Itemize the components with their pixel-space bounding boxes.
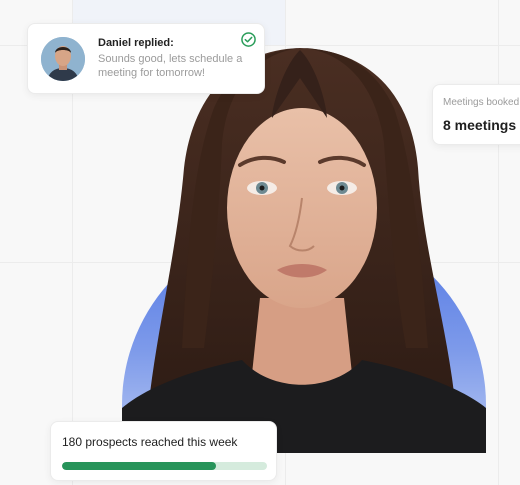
avatar [41,37,85,81]
progress-fill [62,462,216,470]
meetings-label: Meetings booked [443,97,520,108]
progress-track [62,462,267,470]
check-circle-icon [241,32,256,47]
grid-line [498,0,499,485]
prospects-progress-card[interactable]: 180 prospects reached this week [50,421,277,481]
reply-notification-card[interactable]: Daniel replied: Sounds good, lets schedu… [27,23,265,94]
reply-message: Sounds good, lets schedule a meeting for… [98,53,243,79]
prospects-text: 180 prospects reached this week [62,435,238,449]
meetings-value: 8 meetings [443,117,517,133]
meetings-booked-card[interactable]: Meetings booked 8 meetings [432,84,520,145]
sender-name: Daniel replied: [98,37,174,49]
